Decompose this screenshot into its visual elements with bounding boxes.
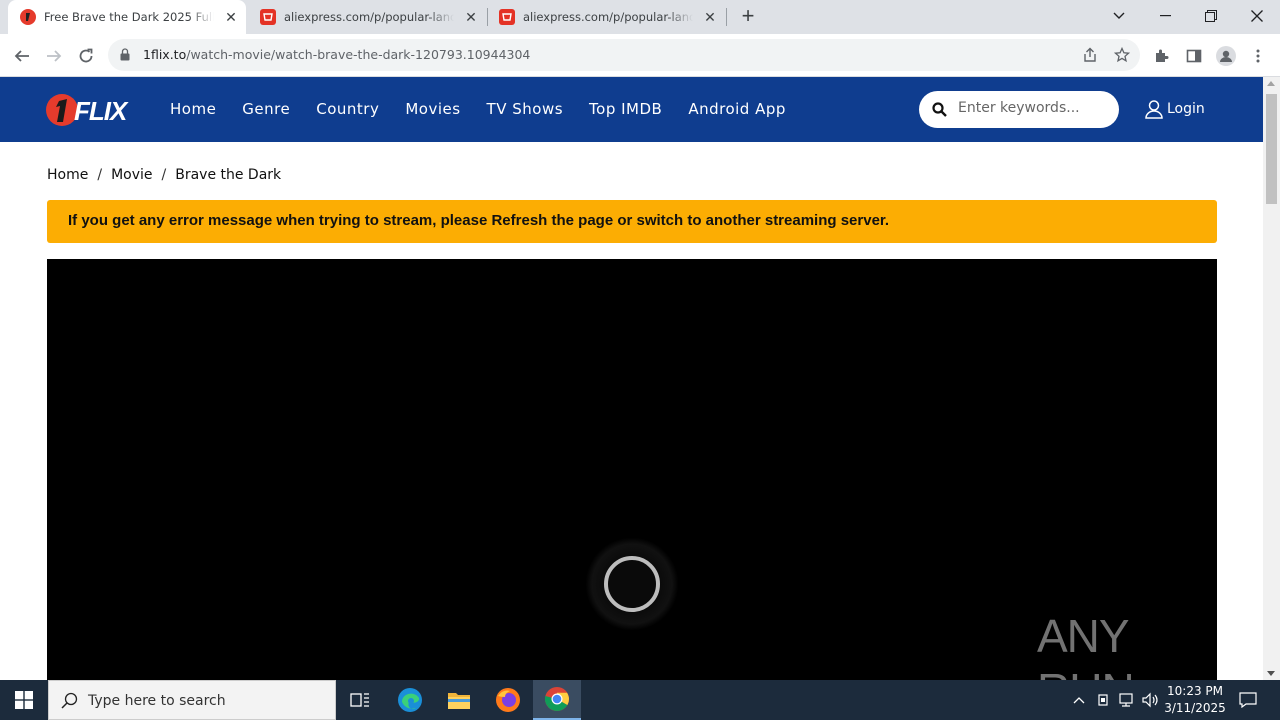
edge-browser-icon[interactable] xyxy=(386,680,434,720)
bookmark-star-icon[interactable] xyxy=(1114,47,1130,63)
tab-separator xyxy=(726,8,727,26)
taskbar-clock[interactable]: 10:23 PM 3/11/2025 xyxy=(1160,683,1230,717)
aliexpress-favicon-icon xyxy=(260,9,276,25)
share-icon[interactable] xyxy=(1082,47,1098,63)
tab-aliexpress-1[interactable]: aliexpress.com/p/popular-landin ✕ xyxy=(248,0,486,34)
firefox-icon[interactable] xyxy=(484,680,532,720)
loading-spinner-icon xyxy=(585,537,679,631)
spinner-ring xyxy=(604,556,660,612)
tab-aliexpress-2[interactable]: aliexpress.com/p/popular-landin ✕ xyxy=(487,0,725,34)
user-icon xyxy=(1145,100,1163,119)
nav-top-imdb[interactable]: Top IMDB xyxy=(589,100,662,118)
nav-genre[interactable]: Genre xyxy=(242,100,290,118)
tab-search-chevron-icon[interactable] xyxy=(1096,0,1142,32)
breadcrumb-movie[interactable]: Movie xyxy=(111,167,152,183)
chrome-menu-icon[interactable] xyxy=(1244,42,1272,70)
profile-avatar-icon[interactable] xyxy=(1212,42,1240,70)
browser-tab-strip: Free Brave the Dark 2025 Full HD ✕ aliex… xyxy=(0,0,1280,34)
login-button[interactable]: Login xyxy=(1144,99,1205,119)
breadcrumb-separator: / xyxy=(97,167,103,183)
file-explorer-icon[interactable] xyxy=(435,680,483,720)
login-label: Login xyxy=(1167,101,1205,117)
minimize-button[interactable] xyxy=(1142,0,1188,32)
nav-movies[interactable]: Movies xyxy=(405,100,460,118)
search-icon xyxy=(61,692,78,709)
1flix-logo[interactable]: FLIX xyxy=(46,92,127,128)
breadcrumb-home[interactable]: Home xyxy=(47,167,88,183)
reload-icon[interactable] xyxy=(72,42,100,70)
1flix-favicon-icon xyxy=(20,9,36,25)
start-button[interactable] xyxy=(0,680,48,720)
main-nav: Home Genre Country Movies TV Shows Top I… xyxy=(170,100,812,118)
logo-text: FLIX xyxy=(74,96,127,126)
tab-title: Free Brave the Dark 2025 Full HD xyxy=(44,10,214,24)
side-panel-icon[interactable] xyxy=(1180,42,1208,70)
tray-chevron-up-icon[interactable] xyxy=(1068,680,1090,720)
url-text: 1flix.to/watch-movie/watch-brave-the-dar… xyxy=(143,47,530,62)
clock-time: 10:23 PM xyxy=(1167,684,1223,698)
close-window-button[interactable] xyxy=(1234,0,1280,32)
tab-title: aliexpress.com/p/popular-landin xyxy=(523,10,693,24)
scroll-down-arrow-icon[interactable] xyxy=(1267,671,1275,676)
windows-taskbar: Type here to search 10:23 PM 3/11/2025 xyxy=(0,680,1280,720)
forward-arrow-icon[interactable] xyxy=(40,42,68,70)
back-arrow-icon[interactable] xyxy=(8,42,36,70)
chrome-icon[interactable] xyxy=(533,680,581,720)
tab-brave-the-dark[interactable]: Free Brave the Dark 2025 Full HD ✕ xyxy=(8,0,246,34)
restore-button[interactable] xyxy=(1188,0,1234,32)
breadcrumb: Home / Movie / Brave the Dark xyxy=(47,167,281,183)
aliexpress-favicon-icon xyxy=(499,9,515,25)
taskbar-search-placeholder: Type here to search xyxy=(88,693,226,709)
taskbar-search[interactable]: Type here to search xyxy=(48,680,336,720)
scroll-up-arrow-icon[interactable] xyxy=(1267,81,1275,86)
lock-icon xyxy=(120,48,130,61)
breadcrumb-separator: / xyxy=(161,167,167,183)
nav-country[interactable]: Country xyxy=(316,100,379,118)
search-input[interactable] xyxy=(958,100,1108,116)
scroll-thumb[interactable] xyxy=(1266,94,1277,204)
browser-toolbar: 1flix.to/watch-movie/watch-brave-the-dar… xyxy=(0,34,1280,77)
volume-icon[interactable] xyxy=(1140,680,1162,720)
site-search xyxy=(919,91,1119,128)
tab-close-icon[interactable]: ✕ xyxy=(701,8,719,26)
video-player[interactable]: ANY RUN xyxy=(47,259,1217,716)
page-scrollbar[interactable] xyxy=(1263,77,1280,680)
network-device-icon[interactable] xyxy=(1092,680,1114,720)
search-icon[interactable] xyxy=(932,102,947,117)
clock-date: 3/11/2025 xyxy=(1164,701,1226,715)
extensions-puzzle-icon[interactable] xyxy=(1148,42,1176,70)
windows-logo-icon xyxy=(15,691,33,709)
nav-home[interactable]: Home xyxy=(170,100,216,118)
notification-center-icon[interactable] xyxy=(1234,680,1262,720)
tab-title: aliexpress.com/p/popular-landin xyxy=(284,10,454,24)
network-wired-icon[interactable] xyxy=(1116,680,1138,720)
url-path: /watch-movie/watch-brave-the-dark-120793… xyxy=(186,47,531,62)
stream-error-alert: If you get any error message when trying… xyxy=(47,200,1217,243)
alert-text: If you get any error message when trying… xyxy=(68,212,890,229)
tab-close-icon[interactable]: ✕ xyxy=(462,8,480,26)
site-header: FLIX Home Genre Country Movies TV Shows … xyxy=(0,77,1263,142)
nav-tv-shows[interactable]: TV Shows xyxy=(487,100,563,118)
tab-close-icon[interactable]: ✕ xyxy=(222,8,240,26)
address-bar[interactable]: 1flix.to/watch-movie/watch-brave-the-dar… xyxy=(108,39,1140,71)
task-view-icon[interactable] xyxy=(336,680,384,720)
breadcrumb-current: Brave the Dark xyxy=(175,167,282,183)
new-tab-button[interactable]: + xyxy=(736,5,760,29)
url-host: 1flix.to xyxy=(143,47,187,62)
nav-android-app[interactable]: Android App xyxy=(688,100,786,118)
